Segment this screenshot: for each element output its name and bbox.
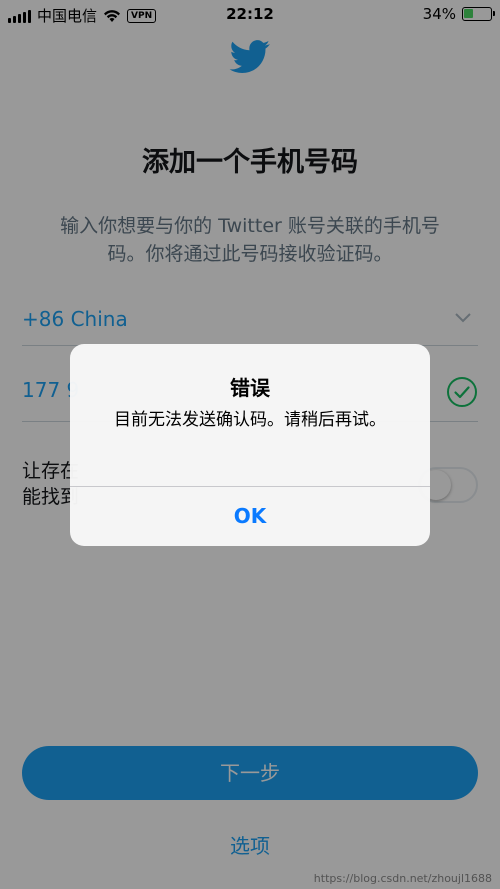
alert-message: 目前无法发送确认码。请稍后再试。 (114, 410, 386, 430)
alert-title: 错误 (230, 376, 270, 400)
alert-ok-button[interactable]: OK (70, 487, 430, 546)
error-alert: 错误 目前无法发送确认码。请稍后再试。 OK (70, 344, 430, 546)
